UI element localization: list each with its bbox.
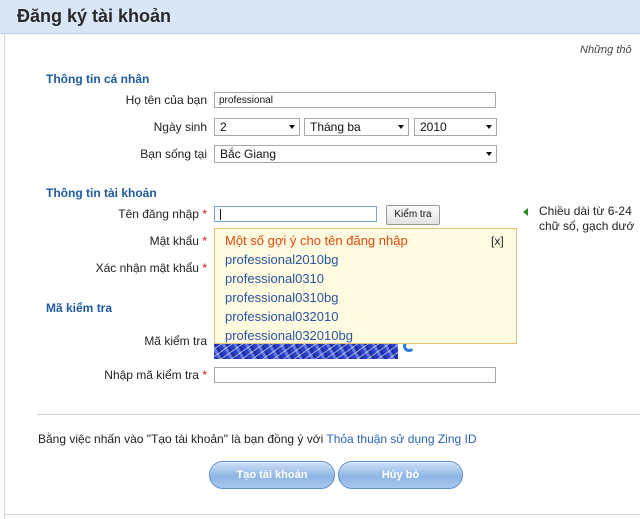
captcha-input-label-text: Nhập mã kiểm tra	[104, 368, 199, 382]
chevron-down-icon	[486, 152, 492, 156]
city-label: Bạn sống tại	[140, 147, 207, 161]
suggestion-item[interactable]: professional0310bg	[225, 290, 338, 305]
dob-year-select[interactable]: 2010	[414, 118, 497, 136]
dob-month-value: Tháng ba	[310, 120, 361, 134]
suggestion-item[interactable]: professional032010bg	[225, 328, 353, 343]
suggestion-item[interactable]: professional032010	[225, 309, 338, 324]
required-mark: *	[202, 234, 207, 248]
chevron-down-icon	[398, 125, 404, 129]
section-captcha: Mã kiểm tra	[46, 301, 113, 315]
suggestions-close-button[interactable]: [x]	[491, 234, 504, 248]
dob-day-value: 2	[220, 120, 227, 134]
required-mark: *	[202, 207, 207, 221]
username-hint: Chiều dài từ 6-24 chữ số, gạch dướ	[539, 204, 634, 234]
dob-day-select[interactable]: 2	[214, 118, 300, 136]
dob-label: Ngày sinh	[153, 120, 207, 134]
password-label-text: Mật khẩu	[149, 234, 199, 248]
captcha-image-overlay	[214, 343, 398, 359]
fullname-input[interactable]: professional	[214, 92, 496, 108]
frame-border-bottom	[4, 514, 640, 515]
chevron-down-icon	[289, 125, 295, 129]
confirm-password-label-text: Xác nhận mật khẩu	[95, 261, 199, 275]
username-input[interactable]	[214, 206, 377, 222]
suggestions-title: Một số gợi ý cho tên đăng nhập	[225, 233, 408, 248]
required-mark: *	[202, 261, 207, 275]
captcha-image-label: Mã kiểm tra	[144, 334, 207, 348]
section-account-info: Thông tin tài khoản	[46, 186, 157, 200]
text-cursor	[220, 209, 221, 220]
suggestion-item[interactable]: professional0310	[225, 271, 324, 286]
confirm-password-label: Xác nhận mật khẩu *	[7, 261, 207, 275]
required-mark: *	[202, 368, 207, 382]
terms-agreement: Bằng việc nhấn vào "Tạo tài khoản" là bạ…	[38, 432, 477, 446]
terms-link[interactable]: Thỏa thuận sử dụng Zing ID	[326, 432, 476, 446]
cancel-button[interactable]: Hủy bỏ	[338, 461, 463, 489]
fullname-label: Họ tên của bạn	[125, 93, 207, 107]
section-personal-info: Thông tin cá nhân	[46, 72, 150, 86]
dob-year-value: 2010	[420, 120, 447, 134]
captcha-input-label: Nhập mã kiểm tra *	[7, 368, 207, 382]
frame-border	[4, 34, 5, 519]
username-hint-line-2: chữ số, gạch dướ	[539, 219, 635, 233]
username-label: Tên đăng nhập *	[7, 207, 207, 221]
city-select[interactable]: Bắc Giang	[214, 145, 497, 163]
divider	[37, 414, 640, 415]
arrow-left-icon	[523, 208, 528, 216]
captcha-input[interactable]	[214, 367, 496, 383]
terms-text: Bằng việc nhấn vào "Tạo tài khoản" là bạ…	[38, 432, 324, 446]
suggestion-item[interactable]: professional2010bg	[225, 252, 338, 267]
dob-month-select[interactable]: Tháng ba	[304, 118, 409, 136]
password-label: Mật khẩu *	[7, 234, 207, 248]
create-account-button[interactable]: Tạo tài khoản	[209, 461, 335, 489]
page-title: Đăng ký tài khoản	[17, 6, 172, 26]
check-username-button[interactable]: Kiểm tra	[386, 205, 440, 225]
top-note: Những thô	[580, 44, 632, 56]
chevron-down-icon	[486, 125, 492, 129]
username-hint-line-1: Chiều dài từ 6-24	[539, 204, 632, 218]
username-suggestions-popup: Một số gợi ý cho tên đăng nhập [x] profe…	[214, 228, 517, 344]
city-value: Bắc Giang	[220, 147, 277, 161]
username-label-text: Tên đăng nhập	[118, 207, 199, 221]
